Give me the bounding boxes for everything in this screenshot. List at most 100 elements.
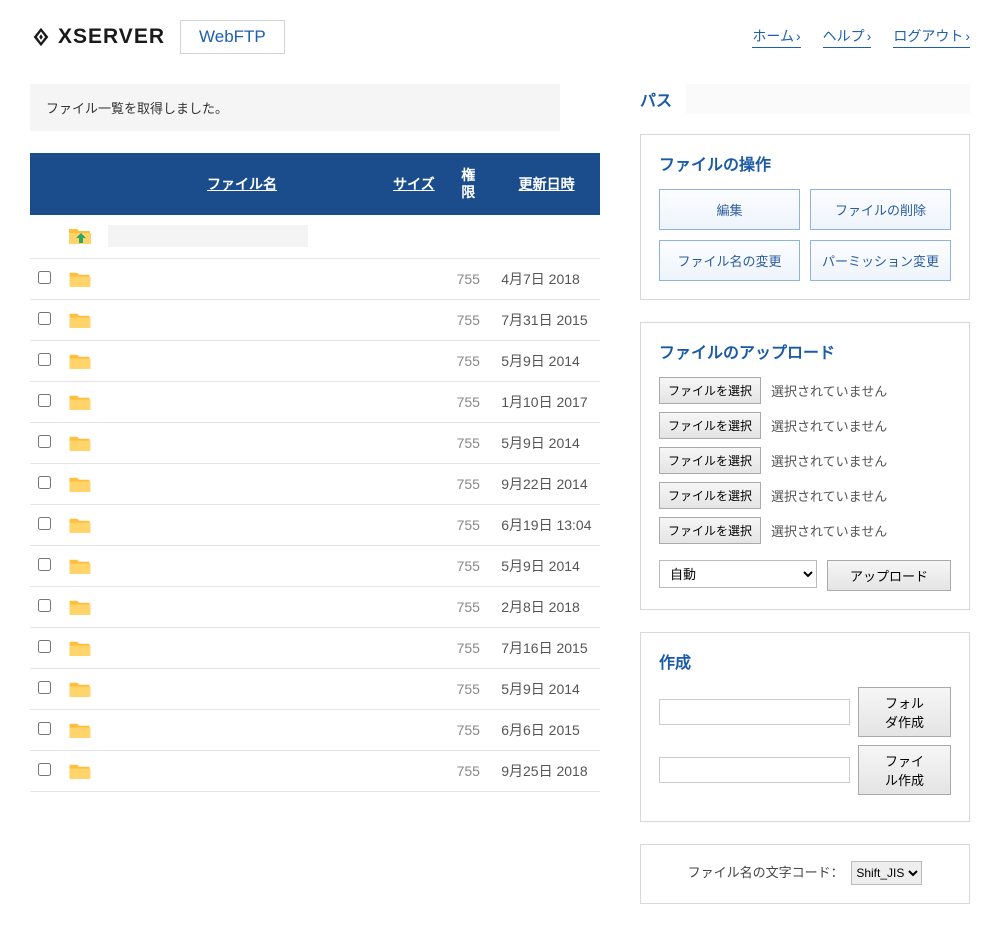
table-row: 7552月8日 2018 xyxy=(30,586,600,627)
file-name[interactable] xyxy=(100,627,385,668)
col-filename[interactable]: ファイル名 xyxy=(100,153,385,215)
folder-icon[interactable] xyxy=(68,679,92,695)
file-perm: 755 xyxy=(443,545,493,586)
encoding-select-upload[interactable]: 自動 xyxy=(659,560,817,588)
table-row: 7555月9日 2014 xyxy=(30,422,600,463)
file-size xyxy=(385,422,444,463)
folder-icon[interactable] xyxy=(68,351,92,367)
file-name[interactable] xyxy=(100,422,385,463)
choose-file-button[interactable]: ファイルを選択 xyxy=(659,447,761,474)
folder-icon[interactable] xyxy=(68,597,92,613)
choose-file-button[interactable]: ファイルを選択 xyxy=(659,517,761,544)
col-checkbox xyxy=(30,153,60,215)
mkdir-button[interactable]: フォルダ作成 xyxy=(858,687,951,737)
file-ops-panel: ファイルの操作 編集 ファイルの削除 ファイル名の変更 パーミッション変更 xyxy=(640,134,970,300)
file-size xyxy=(385,709,444,750)
encoding-select[interactable]: Shift_JIS xyxy=(851,861,922,885)
row-checkbox[interactable] xyxy=(38,353,51,366)
rename-button[interactable]: ファイル名の変更 xyxy=(659,240,800,281)
folder-icon[interactable] xyxy=(68,761,92,777)
folder-icon[interactable] xyxy=(68,638,92,654)
file-ops-title: ファイルの操作 xyxy=(659,151,951,175)
file-name[interactable] xyxy=(100,750,385,791)
file-name[interactable] xyxy=(100,381,385,422)
file-name[interactable] xyxy=(100,709,385,750)
row-checkbox[interactable] xyxy=(38,763,51,776)
row-checkbox[interactable] xyxy=(38,722,51,735)
nav-home[interactable]: ホーム xyxy=(752,26,800,48)
row-checkbox[interactable] xyxy=(38,394,51,407)
choose-file-button[interactable]: ファイルを選択 xyxy=(659,482,761,509)
file-name[interactable] xyxy=(100,668,385,709)
table-row: 7556月6日 2015 xyxy=(30,709,600,750)
row-checkbox[interactable] xyxy=(38,558,51,571)
col-size[interactable]: サイズ xyxy=(385,153,444,215)
file-name-input[interactable] xyxy=(659,757,850,783)
path-value xyxy=(686,84,970,114)
folder-icon[interactable] xyxy=(68,392,92,408)
row-checkbox[interactable] xyxy=(38,476,51,489)
file-date: 6月6日 2015 xyxy=(493,709,600,750)
table-row: 7557月31日 2015 xyxy=(30,299,600,340)
file-date: 5月9日 2014 xyxy=(493,668,600,709)
file-size xyxy=(385,258,444,299)
file-perm: 755 xyxy=(443,668,493,709)
mkfile-button[interactable]: ファイル作成 xyxy=(858,745,951,795)
row-checkbox[interactable] xyxy=(38,681,51,694)
file-perm: 755 xyxy=(443,627,493,668)
folder-icon[interactable] xyxy=(68,269,92,285)
file-date: 5月9日 2014 xyxy=(493,545,600,586)
folder-icon[interactable] xyxy=(68,433,92,449)
upload-button[interactable]: アップロード xyxy=(827,560,951,591)
file-size xyxy=(385,504,444,545)
file-perm: 755 xyxy=(443,504,493,545)
file-name[interactable] xyxy=(100,340,385,381)
row-checkbox[interactable] xyxy=(38,435,51,448)
file-perm: 755 xyxy=(443,586,493,627)
edit-button[interactable]: 編集 xyxy=(659,189,800,230)
create-panel: 作成 フォルダ作成 ファイル作成 xyxy=(640,632,970,822)
file-name[interactable] xyxy=(100,463,385,504)
file-date: 4月7日 2018 xyxy=(493,258,600,299)
chmod-button[interactable]: パーミッション変更 xyxy=(810,240,951,281)
path-label: パス xyxy=(640,87,672,111)
delete-button[interactable]: ファイルの削除 xyxy=(810,189,951,230)
file-name[interactable] xyxy=(100,545,385,586)
table-row: 7559月22日 2014 xyxy=(30,463,600,504)
folder-name-input[interactable] xyxy=(659,699,850,725)
file-name[interactable] xyxy=(100,258,385,299)
file-perm: 755 xyxy=(443,422,493,463)
file-name[interactable] xyxy=(100,504,385,545)
row-checkbox[interactable] xyxy=(38,640,51,653)
file-chosen-status: 選択されていません xyxy=(771,521,887,540)
col-date[interactable]: 更新日時 xyxy=(493,153,600,215)
file-table: ファイル名 サイズ 権限 更新日時 7554月7日 20187557月31日 2… xyxy=(30,153,600,792)
file-date: 9月25日 2018 xyxy=(493,750,600,791)
file-chosen-status: 選択されていません xyxy=(771,451,887,470)
file-date: 7月31日 2015 xyxy=(493,299,600,340)
file-size xyxy=(385,381,444,422)
row-checkbox[interactable] xyxy=(38,312,51,325)
row-checkbox[interactable] xyxy=(38,271,51,284)
table-row: 7554月7日 2018 xyxy=(30,258,600,299)
folder-icon[interactable] xyxy=(68,720,92,736)
file-name[interactable] xyxy=(100,299,385,340)
file-name[interactable] xyxy=(100,586,385,627)
folder-icon[interactable] xyxy=(68,474,92,490)
choose-file-button[interactable]: ファイルを選択 xyxy=(659,377,761,404)
file-size xyxy=(385,750,444,791)
folder-icon[interactable] xyxy=(68,515,92,531)
table-row: 7555月9日 2014 xyxy=(30,340,600,381)
nav-logout[interactable]: ログアウト xyxy=(893,26,970,48)
file-perm: 755 xyxy=(443,463,493,504)
nav-help[interactable]: ヘルプ xyxy=(823,26,872,48)
row-checkbox[interactable] xyxy=(38,517,51,530)
upload-panel: ファイルのアップロード ファイルを選択選択されていませんファイルを選択選択されて… xyxy=(640,322,970,610)
folder-icon[interactable] xyxy=(68,556,92,572)
brand-name: XSERVER xyxy=(58,25,165,49)
choose-file-button[interactable]: ファイルを選択 xyxy=(659,412,761,439)
parent-folder-icon[interactable] xyxy=(68,232,92,248)
row-checkbox[interactable] xyxy=(38,599,51,612)
file-chosen-status: 選択されていません xyxy=(771,416,887,435)
folder-icon[interactable] xyxy=(68,310,92,326)
